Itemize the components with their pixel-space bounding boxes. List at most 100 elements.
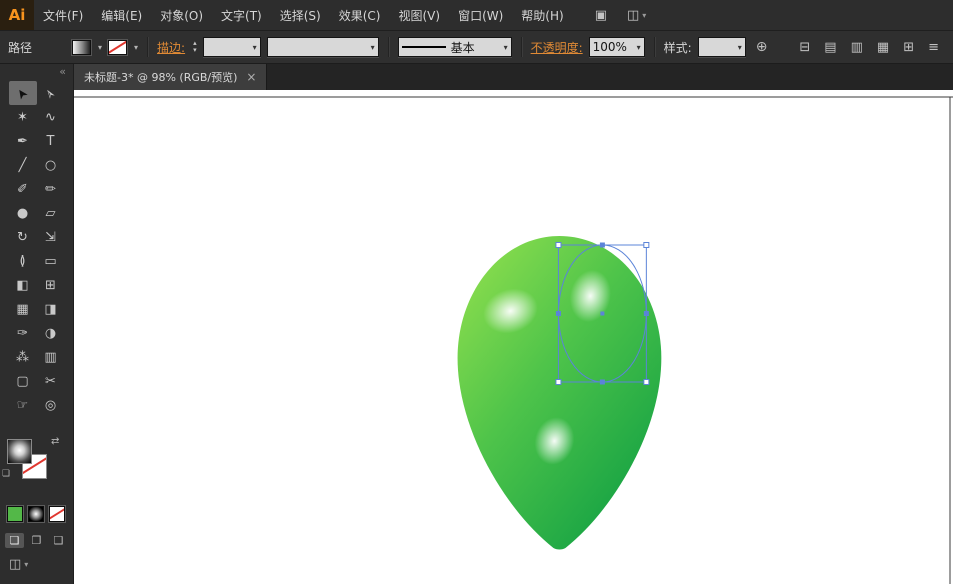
stroke-width-stepper[interactable]: ▴ ▾ xyxy=(193,40,197,54)
pencil-icon: ✏ xyxy=(45,181,56,197)
tool-width[interactable]: ≬ xyxy=(9,249,37,273)
opacity-panel-link[interactable]: 不透明度: xyxy=(531,39,583,56)
document-tab[interactable]: 未标题-3* @ 98% (RGB/预览) × xyxy=(74,64,268,90)
arrange-documents-icon[interactable]: ▣ xyxy=(595,8,607,23)
menu-effect[interactable]: 效果(C) xyxy=(330,0,390,30)
menu-select[interactable]: 选择(S) xyxy=(271,0,330,30)
main-area: « ➤ ➢ ✶ ∿ ✒ T ╱ ○ ✐ ✏ ● ▱ ↻ ⇲ ≬ ▭ ◧ ⊞ ▦ xyxy=(0,64,953,584)
width-profile-select[interactable]: ▾ xyxy=(266,37,379,57)
horizontal-align-left-icon[interactable]: ▤ xyxy=(824,40,836,55)
tool-shape-builder[interactable]: ◧ xyxy=(9,273,37,297)
tool-blend[interactable]: ◑ xyxy=(37,321,65,345)
tool-hand[interactable]: ☞ xyxy=(9,393,37,417)
stroke-panel-link[interactable]: 描边: xyxy=(157,39,185,56)
menu-window[interactable]: 窗口(W) xyxy=(449,0,512,30)
fill-dropdown-arrow-icon[interactable]: ▾ xyxy=(98,43,102,52)
control-bar-right-icons: ⊟ ▤ ▥ ▦ ⊞ ≡ xyxy=(799,40,945,55)
tool-lasso[interactable]: ∿ xyxy=(37,105,65,129)
menu-edit[interactable]: 编辑(E) xyxy=(92,0,151,30)
tool-pencil[interactable]: ✏ xyxy=(37,177,65,201)
tools-panel-collapse-icon[interactable]: « xyxy=(0,64,73,81)
appbar-icons: ▣ ◫ ▾ xyxy=(595,8,647,23)
canvas[interactable] xyxy=(74,90,953,584)
menu-view[interactable]: 视图(V) xyxy=(389,0,449,30)
default-fill-stroke-icon[interactable]: ❏ xyxy=(2,469,10,479)
tool-zoom[interactable]: ◎ xyxy=(37,393,65,417)
menu-object[interactable]: 对象(O) xyxy=(151,0,212,30)
tool-perspective-grid[interactable]: ⊞ xyxy=(37,273,65,297)
document-area: 未标题-3* @ 98% (RGB/预览) × xyxy=(74,64,953,584)
tool-type[interactable]: T xyxy=(37,129,65,153)
document-tabbar: 未标题-3* @ 98% (RGB/预览) × xyxy=(74,64,953,90)
transform-panel-icon[interactable]: ⊞ xyxy=(903,40,914,55)
menu-help[interactable]: 帮助(H) xyxy=(512,0,572,30)
tool-mesh[interactable]: ▦ xyxy=(9,297,37,321)
menu-type[interactable]: 文字(T) xyxy=(212,0,271,30)
line-segment-icon: ╱ xyxy=(18,157,27,173)
eyedropper-icon: ✑ xyxy=(17,325,28,341)
context-label: 路径 xyxy=(8,40,33,55)
screen-mode-button[interactable]: ◫ ▾ xyxy=(9,557,73,572)
tool-eyedropper[interactable]: ✑ xyxy=(9,321,37,345)
magic-wand-icon: ✶ xyxy=(17,109,28,125)
rotate-icon: ↻ xyxy=(17,229,28,245)
tool-free-transform[interactable]: ▭ xyxy=(37,249,65,273)
horizontal-align-right-icon[interactable]: ▦ xyxy=(877,40,889,55)
tool-line-segment[interactable]: ╱ xyxy=(9,153,37,177)
stroke-dropdown-arrow-icon[interactable]: ▾ xyxy=(134,43,138,52)
align-dropdown-icon[interactable]: ⊟ xyxy=(799,40,810,55)
draw-inside-mode[interactable]: ❑ xyxy=(49,533,68,548)
style-select[interactable]: ▾ xyxy=(697,37,746,57)
fill-chip[interactable] xyxy=(7,439,32,464)
direct-selection-tool-icon: ➢ xyxy=(41,84,60,102)
tool-scale[interactable]: ⇲ xyxy=(37,225,65,249)
tool-gradient[interactable]: ◨ xyxy=(37,297,65,321)
color-button[interactable] xyxy=(7,506,23,522)
workspace-switcher[interactable]: ◫ ▾ xyxy=(627,8,646,23)
tool-artboard[interactable]: ▢ xyxy=(9,369,37,393)
tool-ellipse[interactable]: ○ xyxy=(37,153,65,177)
draw-normal-icon: ❏ xyxy=(9,534,20,547)
close-icon[interactable]: × xyxy=(246,70,256,84)
tool-paintbrush[interactable]: ✐ xyxy=(9,177,37,201)
stroke-color-swatch[interactable] xyxy=(108,39,128,55)
column-graph-icon: ▥ xyxy=(44,349,57,365)
tool-symbol-sprayer[interactable]: ⁂ xyxy=(9,345,37,369)
panel-menu-icon[interactable]: ≡ xyxy=(928,40,939,55)
swap-fill-stroke-icon[interactable]: ⇄ xyxy=(51,436,59,447)
horizontal-align-center-icon[interactable]: ▥ xyxy=(851,40,863,55)
tool-direct-selection[interactable]: ➢ xyxy=(37,81,65,105)
tool-slice[interactable]: ✂ xyxy=(37,369,65,393)
opacity-select[interactable]: 100% ▾ xyxy=(588,37,645,57)
draw-normal-mode[interactable]: ❏ xyxy=(5,533,24,548)
tool-pen[interactable]: ✒ xyxy=(9,129,37,153)
zoom-icon: ◎ xyxy=(44,397,57,413)
artwork-svg[interactable] xyxy=(74,90,953,584)
free-transform-icon: ▭ xyxy=(44,253,57,269)
illustrator-window: Ai 文件(F) 编辑(E) 对象(O) 文字(T) 选择(S) 效果(C) 视… xyxy=(0,0,953,584)
scale-icon: ⇲ xyxy=(45,229,56,245)
stroke-width-select[interactable]: ▾ xyxy=(202,37,261,57)
separator xyxy=(387,37,389,57)
ellipse-icon: ○ xyxy=(44,157,57,173)
draw-behind-icon: ❐ xyxy=(31,534,42,547)
fill-color-swatch[interactable] xyxy=(72,39,92,55)
draw-behind-mode[interactable]: ❐ xyxy=(27,533,46,548)
tool-magic-wand[interactable]: ✶ xyxy=(9,105,37,129)
tool-blob-brush[interactable]: ● xyxy=(9,201,37,225)
draw-inside-icon: ❑ xyxy=(53,534,64,547)
paintbrush-icon: ✐ xyxy=(17,181,28,197)
brush-definition-select[interactable]: 基本 ▾ xyxy=(397,37,512,57)
tool-selection[interactable]: ➤ xyxy=(8,81,37,105)
gradient-button[interactable] xyxy=(28,506,44,522)
tool-rotate[interactable]: ↻ xyxy=(9,225,37,249)
brush-definition-value: 基本 xyxy=(450,40,475,55)
slice-icon: ✂ xyxy=(45,373,56,389)
tool-eraser[interactable]: ▱ xyxy=(37,201,65,225)
menu-file[interactable]: 文件(F) xyxy=(34,0,92,30)
tool-column-graph[interactable]: ▥ xyxy=(37,345,65,369)
none-button[interactable] xyxy=(49,506,65,522)
globe-icon[interactable]: ⊕ xyxy=(756,39,768,55)
green-egg-shape[interactable] xyxy=(457,236,662,550)
step-down-icon[interactable]: ▾ xyxy=(193,47,197,54)
